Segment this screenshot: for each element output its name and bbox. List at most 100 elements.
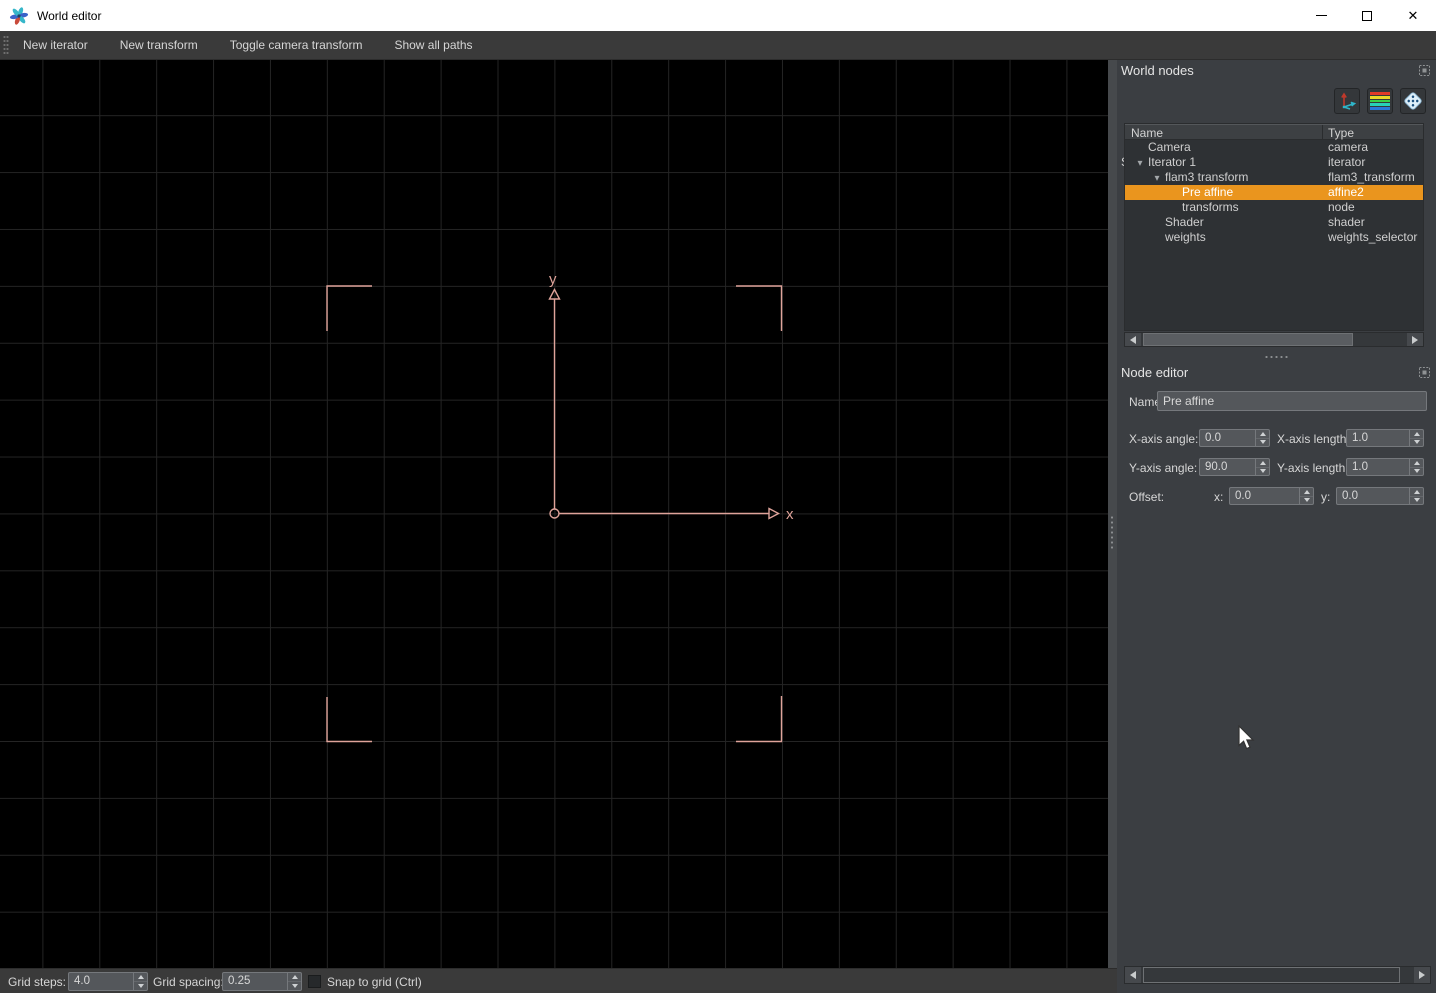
type-column-header[interactable]: Type xyxy=(1328,126,1354,140)
arrow-down-icon xyxy=(1414,498,1420,502)
float-panel-icon[interactable] xyxy=(1418,366,1431,379)
grid-spacing-spinbox[interactable]: 0.25 xyxy=(222,972,302,991)
scroll-left-button[interactable] xyxy=(1125,333,1141,346)
name-column-header[interactable]: Name xyxy=(1131,126,1163,140)
scroll-right-button[interactable] xyxy=(1414,967,1430,983)
toolbar-grip-handle[interactable] xyxy=(3,35,9,55)
arrow-up-icon xyxy=(138,975,144,979)
world-nodes-title: World nodes xyxy=(1121,63,1194,78)
panel-horizontal-scrollbar[interactable] xyxy=(1124,966,1431,984)
arrow-up-icon xyxy=(1304,490,1310,494)
node-name: transforms xyxy=(1182,200,1239,214)
x-axis-angle-value[interactable]: 0.0 xyxy=(1200,430,1255,446)
spin-up-button[interactable] xyxy=(1410,430,1423,439)
arrow-down-icon xyxy=(1260,440,1266,444)
x-axis-length-spinbox[interactable]: 1.0 xyxy=(1346,429,1424,447)
table-row[interactable]: ▾flam3 transform flam3_transform xyxy=(1125,170,1423,185)
x-axis-angle-spinbox[interactable]: 0.0 xyxy=(1199,429,1270,447)
title-bar[interactable]: World editor ✕ xyxy=(0,0,1436,31)
spin-down-button[interactable] xyxy=(288,982,301,990)
spin-up-button[interactable] xyxy=(1410,488,1423,497)
scrollbar-track[interactable] xyxy=(1141,967,1414,983)
float-panel-icon[interactable] xyxy=(1418,64,1431,77)
table-row[interactable]: weights weights_selector xyxy=(1125,230,1423,245)
new-iterator-button[interactable]: New iterator xyxy=(15,31,96,60)
filter-transform-nodes-button[interactable] xyxy=(1334,88,1360,114)
grid-steps-spinbox[interactable]: 4.0 xyxy=(68,972,148,991)
arrow-down-icon xyxy=(1414,469,1420,473)
expander-icon[interactable]: ▾ xyxy=(1132,156,1148,171)
scroll-left-button[interactable] xyxy=(1125,967,1141,983)
offset-x-value[interactable]: 0.0 xyxy=(1230,488,1299,504)
maximize-button[interactable] xyxy=(1344,0,1390,31)
arrow-left-icon xyxy=(1130,336,1136,344)
tree-horizontal-scrollbar[interactable] xyxy=(1124,332,1424,347)
node-name: Camera xyxy=(1148,140,1191,154)
offset-y-value[interactable]: 0.0 xyxy=(1337,488,1409,504)
arrow-left-icon xyxy=(1130,971,1136,979)
close-button[interactable]: ✕ xyxy=(1390,0,1436,31)
window-title: World editor xyxy=(37,9,101,23)
world-canvas[interactable]: x y xyxy=(0,60,1108,968)
spin-up-button[interactable] xyxy=(288,973,301,982)
arrow-up-icon xyxy=(1260,432,1266,436)
grid-spacing-value[interactable]: 0.25 xyxy=(223,973,287,990)
table-row[interactable]: Pre affine affine2 xyxy=(1125,185,1423,200)
node-type: iterator xyxy=(1328,155,1365,170)
y-axis-length-value[interactable]: 1.0 xyxy=(1347,459,1409,475)
spin-down-button[interactable] xyxy=(1410,497,1423,505)
y-axis-arrow xyxy=(550,290,560,300)
gradient-icon xyxy=(1370,92,1390,110)
scroll-right-button[interactable] xyxy=(1407,333,1423,346)
spin-down-button[interactable] xyxy=(1256,439,1269,447)
scrollbar-track[interactable] xyxy=(1141,333,1407,346)
main-toolbar: New iterator New transform Toggle camera… xyxy=(0,31,1436,60)
spin-up-button[interactable] xyxy=(1300,488,1313,497)
node-type: weights_selector xyxy=(1328,230,1417,245)
arrow-down-icon xyxy=(292,984,298,988)
panel-splitter[interactable] xyxy=(1108,60,1117,993)
spin-down-button[interactable] xyxy=(1256,468,1269,476)
y-axis-angle-spinbox[interactable]: 90.0 xyxy=(1199,458,1270,476)
table-row[interactable]: ▾Iterator 1 iterator xyxy=(1125,155,1423,170)
spin-up-button[interactable] xyxy=(134,973,147,982)
grid-settings-bar: Grid steps: 4.0 Grid spacing: 0.25 Snap … xyxy=(0,968,1117,993)
expander-icon[interactable]: ▾ xyxy=(1149,171,1165,186)
arrow-down-icon xyxy=(1414,440,1420,444)
y-axis-length-spinbox[interactable]: 1.0 xyxy=(1346,458,1424,476)
show-all-paths-button[interactable]: Show all paths xyxy=(386,31,480,60)
x-axis-arrow xyxy=(769,509,779,519)
spin-up-button[interactable] xyxy=(1256,459,1269,468)
x-axis-length-value[interactable]: 1.0 xyxy=(1347,430,1409,446)
y-axis-angle-value[interactable]: 90.0 xyxy=(1200,459,1255,475)
new-transform-button[interactable]: New transform xyxy=(112,31,206,60)
y-axis-angle-label: Y-axis angle: xyxy=(1129,461,1197,475)
snap-to-grid-checkbox[interactable] xyxy=(308,975,321,988)
spin-down-button[interactable] xyxy=(134,982,147,990)
spin-down-button[interactable] xyxy=(1410,468,1423,476)
table-row[interactable]: Shader shader xyxy=(1125,215,1423,230)
offset-y-label: y: xyxy=(1321,490,1330,504)
filter-weights-nodes-button[interactable] xyxy=(1400,88,1426,114)
section-splitter-handle[interactable] xyxy=(1264,355,1290,359)
tree-header[interactable]: Name Type xyxy=(1125,124,1423,140)
grid-steps-value[interactable]: 4.0 xyxy=(69,973,133,990)
offset-x-spinbox[interactable]: 0.0 xyxy=(1229,487,1314,505)
spin-up-button[interactable] xyxy=(1256,430,1269,439)
scrollbar-thumb[interactable] xyxy=(1143,333,1353,346)
toggle-camera-transform-button[interactable]: Toggle camera transform xyxy=(222,31,371,60)
table-row[interactable]: Camera camera xyxy=(1125,140,1423,155)
scrollbar-thumb[interactable] xyxy=(1143,967,1400,983)
mouse-cursor xyxy=(1238,725,1256,751)
arrow-down-icon xyxy=(1304,498,1310,502)
filter-shader-nodes-button[interactable] xyxy=(1367,88,1393,114)
spin-down-button[interactable] xyxy=(1300,497,1313,505)
offset-y-spinbox[interactable]: 0.0 xyxy=(1336,487,1424,505)
origin-marker xyxy=(550,509,559,518)
node-name-input[interactable] xyxy=(1157,391,1427,411)
spin-up-button[interactable] xyxy=(1410,459,1423,468)
table-row[interactable]: transforms node xyxy=(1125,200,1423,215)
column-divider[interactable] xyxy=(1322,125,1323,139)
spin-down-button[interactable] xyxy=(1410,439,1423,447)
minimize-button[interactable] xyxy=(1298,0,1344,31)
